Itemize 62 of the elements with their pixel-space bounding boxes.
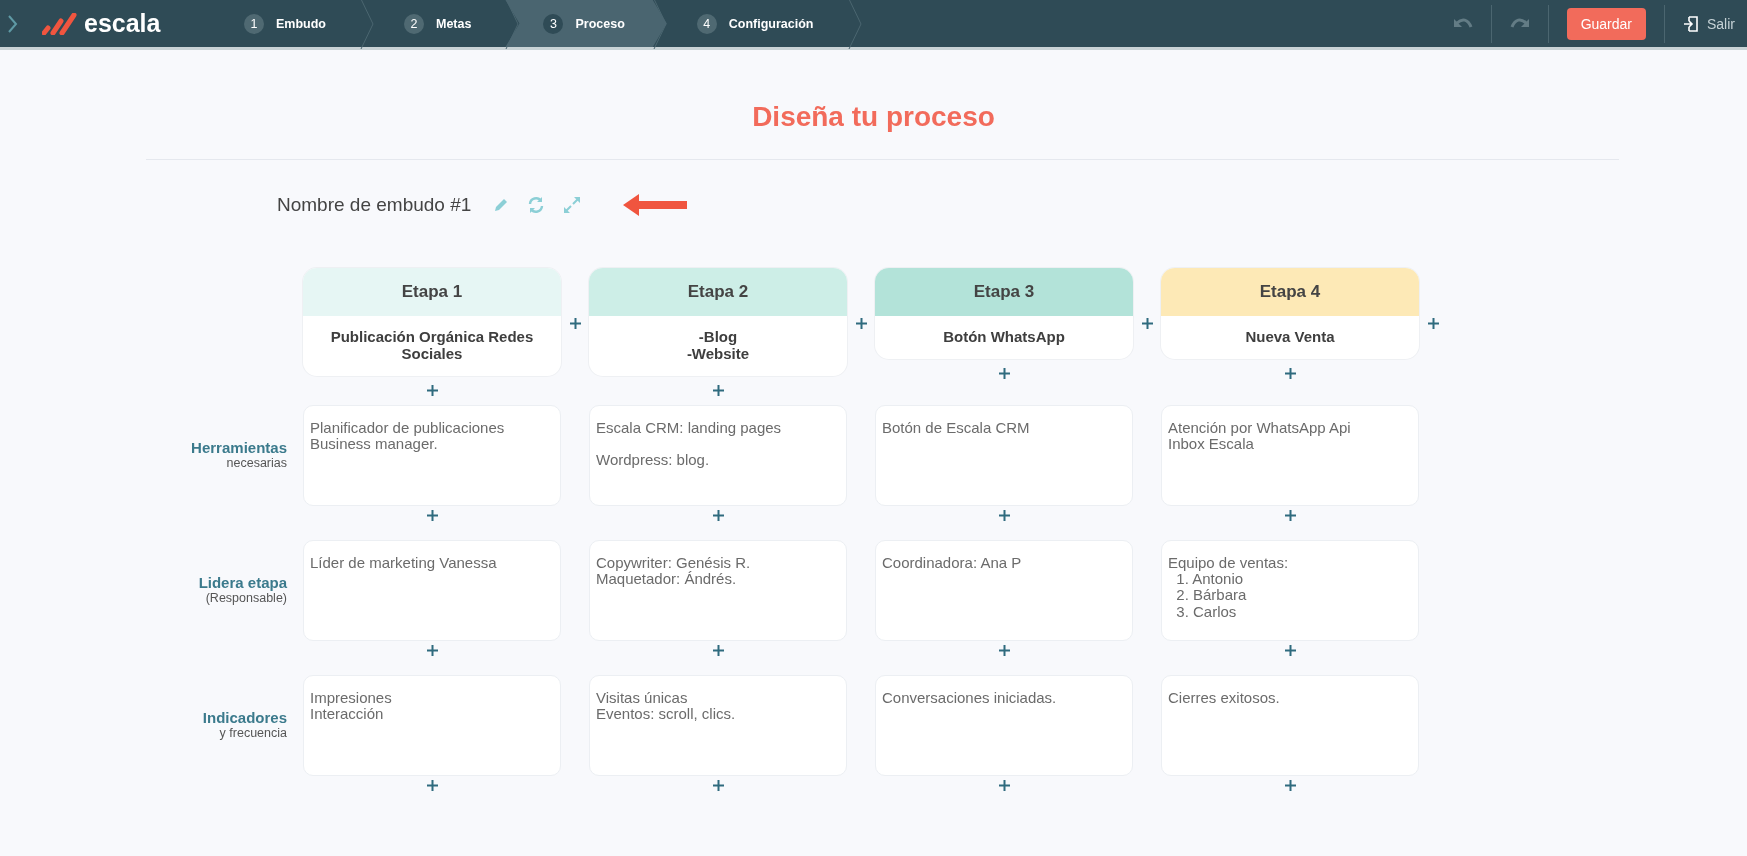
note-card[interactable]: Equipo de ventas: 1. Antonio 2. Bárbara 3. Carlos (1161, 540, 1419, 641)
add-icon[interactable] (712, 510, 724, 521)
add-icon[interactable] (1427, 318, 1439, 329)
note-card[interactable]: Planificador de publicaciones Business manager. (303, 405, 561, 506)
step-tab[interactable]: 1 Embudo (214, 0, 360, 47)
add-icon[interactable] (855, 318, 867, 329)
step-divider (360, 0, 374, 49)
stage-header: Etapa 4 (1161, 268, 1419, 316)
add-icon[interactable] (998, 368, 1010, 379)
add-icon[interactable] (426, 385, 438, 396)
add-icon[interactable] (426, 780, 438, 791)
stage-name: Botón WhatsApp (942, 327, 1066, 347)
exit-button[interactable]: Salir (1683, 15, 1735, 32)
note-card[interactable]: Impresiones Interacción (303, 675, 561, 776)
step-tab[interactable]: 4 Configuración (666, 0, 848, 47)
add-icon[interactable] (998, 645, 1010, 656)
row-sublabel: necesarias (226, 456, 287, 470)
add-icon[interactable] (1284, 368, 1296, 379)
logo-text: escala (84, 9, 161, 38)
stage-header: Etapa 1 (303, 268, 561, 316)
step-divider (652, 0, 667, 49)
add-icon[interactable] (712, 645, 724, 656)
note-card[interactable]: Botón de Escala CRM (875, 405, 1133, 506)
add-icon[interactable] (426, 510, 438, 521)
note-card[interactable]: Visitas únicas Eventos: scroll, clics. (589, 675, 847, 776)
note-card[interactable]: Cierres exitosos. (1161, 675, 1419, 776)
note-card[interactable]: Coordinadora: Ana P (875, 540, 1133, 641)
row-label: Herramientas (191, 439, 287, 456)
row-label: Indicadores (202, 709, 287, 726)
row-label: Lidera etapa (198, 574, 287, 591)
row-sublabel: (Responsable) (205, 591, 287, 605)
add-icon[interactable] (569, 318, 581, 329)
row-sublabel: y frecuencia (219, 726, 287, 740)
chevron-right-icon[interactable] (8, 14, 18, 33)
add-icon[interactable] (426, 645, 438, 656)
note-card[interactable]: Conversaciones iniciadas. (875, 675, 1133, 776)
note-card[interactable]: Escala CRM: landing pages Wordpress: blog. (589, 405, 847, 506)
exit-icon (1683, 15, 1699, 32)
stage-header: Etapa 3 (875, 268, 1133, 316)
add-icon[interactable] (1284, 780, 1296, 791)
add-icon[interactable] (998, 780, 1010, 791)
save-button[interactable]: Guardar (1566, 7, 1646, 40)
stage-name: Nueva Venta (1244, 327, 1336, 347)
note-card[interactable]: Líder de marketing Vanessa (303, 540, 561, 641)
page-title: Diseña tu proceso (751, 101, 996, 133)
step-tab[interactable]: 3 Proceso (505, 0, 667, 47)
left-arrow-icon (623, 194, 688, 216)
step-tab[interactable]: 2 Metas (374, 0, 506, 47)
step-divider (847, 0, 862, 49)
add-icon[interactable] (1141, 318, 1153, 329)
add-icon[interactable] (998, 510, 1010, 521)
add-icon[interactable] (1284, 645, 1296, 656)
stage-header: Etapa 2 (589, 268, 847, 316)
add-icon[interactable] (1284, 510, 1296, 521)
stage-name: Publicación Orgánica Redes Sociales (329, 327, 535, 364)
funnel-name: Nombre de embudo #1 (277, 194, 472, 216)
logo-bars-icon (42, 12, 78, 35)
add-icon[interactable] (712, 385, 724, 396)
stage-name: -Blog -Website (685, 327, 751, 364)
note-card[interactable]: Copywriter: Genésis R. Maquetador: Ándrés. (589, 540, 847, 641)
add-icon[interactable] (712, 780, 724, 791)
note-card[interactable]: Atención por WhatsApp Api Inbox Escala (1161, 405, 1419, 506)
